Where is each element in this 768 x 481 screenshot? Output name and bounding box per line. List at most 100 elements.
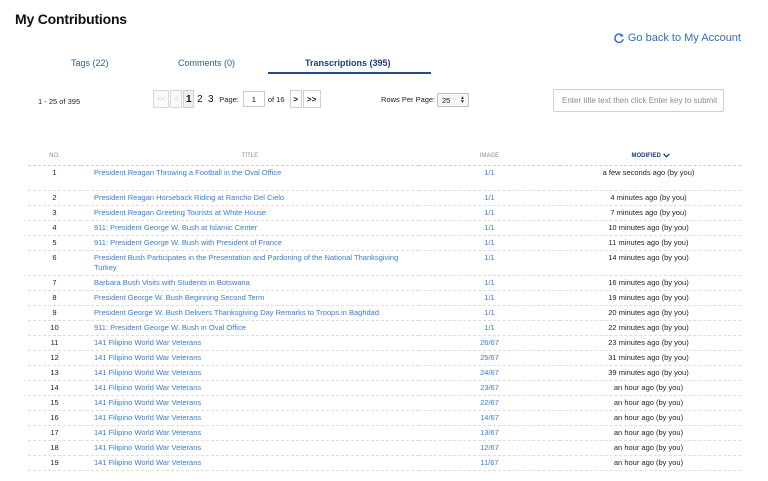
col-header-image: IMAGE [419,148,560,166]
row-number: 14 [28,380,81,396]
back-link-label[interactable]: Go back to My Account [628,32,741,44]
tab-transcriptions[interactable]: Transcriptions (395) [305,58,391,68]
row-title-link[interactable]: President Reagan Throwing a Football in … [94,168,281,177]
row-image-cell: 26/67 [419,335,560,351]
row-title-link[interactable]: 141 Filipino World War Veterans [94,458,201,467]
row-image-cell: 1/1 [419,275,560,291]
row-image-link[interactable]: 1/1 [484,208,494,217]
table-body: 1 President Reagan Throwing a Football in… [28,165,741,471]
row-modified: 22 minutes ago (by you) [560,320,741,336]
row-modified: a few seconds ago (by you) [560,165,741,191]
row-number: 3 [28,205,81,221]
row-image-link[interactable]: 23/67 [480,383,499,392]
row-title-cell: 141 Filipino World War Veterans [81,440,419,456]
row-number: 8 [28,290,81,306]
table-row: 12 141 Filipino World War Veterans 25/67 31… [28,350,741,366]
table-row: 17 141 Filipino World War Veterans 13/67 an… [28,425,741,441]
row-title-link[interactable]: President George W. Bush Delivers Thanks… [94,308,379,317]
transcriptions-table: NO. TITLE IMAGE MODIFIED 1 President Reag… [28,148,741,471]
page-link-2[interactable]: 2 [194,90,205,108]
row-title-link[interactable]: 141 Filipino World War Veterans [94,383,201,392]
row-title-cell: 141 Filipino World War Veterans [81,395,419,411]
rows-per-page-label: Rows Per Page: [381,95,436,104]
row-image-link[interactable]: 22/67 [480,398,499,407]
row-title-cell: President George W. Bush Delivers Thanks… [81,305,419,321]
row-image-link[interactable]: 1/1 [484,253,494,262]
row-image-link[interactable]: 12/67 [480,443,499,452]
row-title-cell: President Reagan Greeting Tourists at Wh… [81,205,419,221]
row-title-cell: 911: President George W. Bush with Presi… [81,235,419,251]
tab-tags[interactable]: Tags (22) [71,58,109,68]
row-image-link[interactable]: 1/1 [484,223,494,232]
result-range: 1 - 25 of 395 [38,97,81,106]
row-image-link[interactable]: 1/1 [484,168,494,177]
row-title-link[interactable]: President Reagan Greeting Tourists at Wh… [94,208,266,217]
row-title-link[interactable]: 141 Filipino World War Veterans [94,413,201,422]
row-title-link[interactable]: 141 Filipino World War Veterans [94,398,201,407]
page-number-input[interactable] [242,91,265,107]
row-image-link[interactable]: 14/67 [480,413,499,422]
row-title-link[interactable]: 141 Filipino World War Veterans [94,368,201,377]
table-row: 5 911: President George W. Bush with Pres… [28,235,741,251]
row-title-link[interactable]: 911: President George W. Bush in Oval Of… [94,323,246,332]
row-modified: 23 minutes ago (by you) [560,335,741,351]
row-title-link[interactable]: 141 Filipino World War Veterans [94,353,201,362]
refresh-arrow-icon [614,33,624,44]
row-title-cell: 141 Filipino World War Veterans [81,335,419,351]
row-image-link[interactable]: 25/67 [480,353,499,362]
row-title-cell: President Reagan Throwing a Football in … [81,165,419,191]
row-modified: an hour ago (by you) [560,380,741,396]
row-title-cell: President George W. Bush Beginning Secon… [81,290,419,306]
row-title-link[interactable]: 911: President George W. Bush at Islamic… [94,223,257,232]
row-title-link[interactable]: Barbara Bush Visits with Students in Bot… [94,278,250,287]
next-page-button[interactable]: > [289,90,302,108]
row-image-link[interactable]: 1/1 [484,293,494,302]
row-number: 18 [28,440,81,456]
page-count: of 16 [267,94,285,104]
row-image-link[interactable]: 1/1 [484,323,494,332]
row-number: 2 [28,190,81,206]
row-title-link[interactable]: 141 Filipino World War Veterans [94,338,201,347]
rows-per-page-select[interactable]: 25 ▲ ▼ [437,93,469,107]
row-title-link[interactable]: President Bush Participates in the Prese… [94,253,398,272]
prev-page-button[interactable]: < [170,90,183,108]
row-number: 6 [28,250,81,276]
tab-comments[interactable]: Comments (0) [178,58,235,68]
first-page-button[interactable]: << [153,90,170,108]
title-search-input[interactable] [553,89,724,112]
row-image-cell: 1/1 [419,190,560,206]
row-title-cell: 141 Filipino World War Veterans [81,380,419,396]
row-modified: an hour ago (by you) [560,440,741,456]
row-image-link[interactable]: 26/67 [480,338,499,347]
row-image-link[interactable]: 11/67 [480,458,498,467]
row-number: 13 [28,365,81,381]
page-link-3[interactable]: 3 [205,90,216,108]
row-image-link[interactable]: 13/67 [480,428,499,437]
table-row: 19 141 Filipino World War Veterans 11/67 an… [28,455,741,471]
row-title-link[interactable]: 141 Filipino World War Veterans [94,428,201,437]
row-title-link[interactable]: President Reagan Horseback Riding at Ran… [94,193,284,202]
row-image-link[interactable]: 1/1 [484,278,494,287]
row-title-link[interactable]: President George W. Bush Beginning Secon… [94,293,264,302]
table-header-row: NO. TITLE IMAGE MODIFIED [28,148,741,166]
back-to-account-link[interactable]: Go back to My Account [613,32,741,44]
row-modified: 11 minutes ago (by you) [560,235,741,251]
row-title-cell: 141 Filipino World War Veterans [81,455,419,471]
row-image-cell: 14/67 [419,410,560,426]
row-image-cell: 1/1 [419,250,560,276]
row-title-link[interactable]: 141 Filipino World War Veterans [94,443,201,452]
row-image-cell: 13/67 [419,425,560,441]
last-page-button[interactable]: >> [302,90,321,108]
row-image-link[interactable]: 1/1 [484,193,494,202]
rows-per-page-value: 25 [442,95,451,105]
col-header-modified[interactable]: MODIFIED [560,148,741,166]
sort-desc-icon [662,153,670,159]
row-title-link[interactable]: 911: President George W. Bush with Presi… [94,238,282,247]
row-image-link[interactable]: 1/1 [484,308,494,317]
page-link-1[interactable]: 1 [183,90,195,108]
table-row: 4 911: President George W. Bush at Islami… [28,220,741,236]
table-row: 8 President George W. Bush Beginning Seco… [28,290,741,306]
row-image-link[interactable]: 1/1 [484,238,494,247]
row-title-cell: 141 Filipino World War Veterans [81,410,419,426]
row-image-link[interactable]: 24/67 [480,368,499,377]
